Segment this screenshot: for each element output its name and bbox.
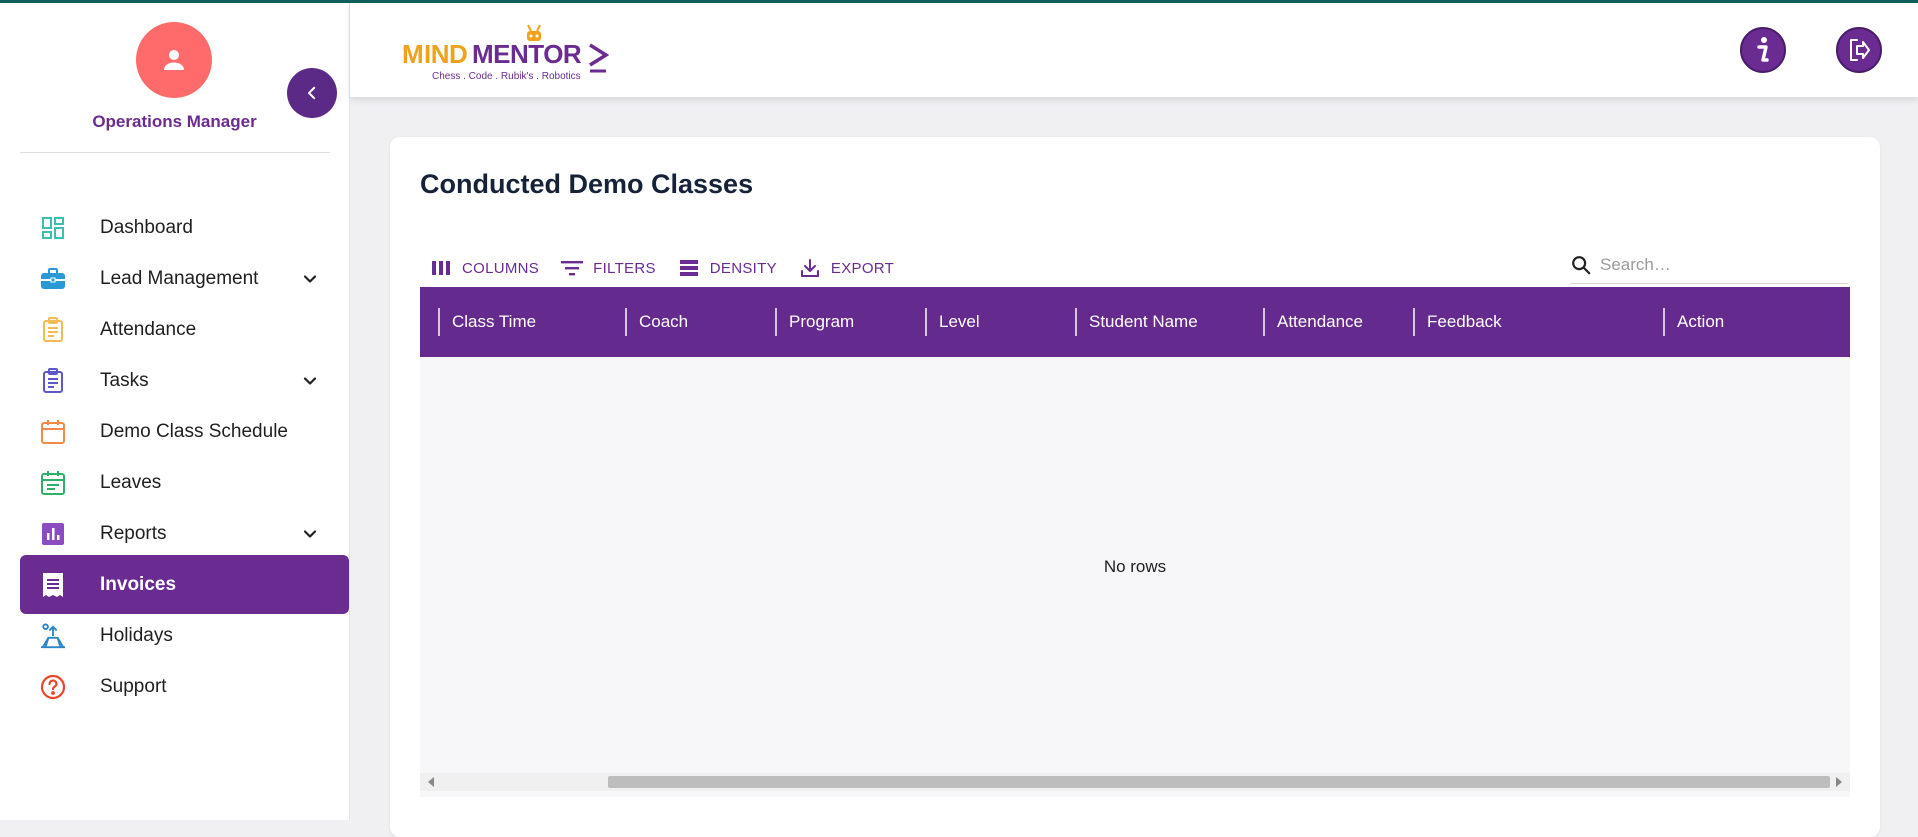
user-role: Operations Manager bbox=[92, 112, 257, 131]
export-label: EXPORT bbox=[830, 259, 895, 277]
receipt-icon bbox=[40, 572, 66, 598]
search-box bbox=[1570, 247, 1848, 284]
brand-logo[interactable]: M IND MENTOR Chess . Code . Rubik's . Ro… bbox=[400, 19, 610, 83]
column-header-label: Program bbox=[789, 312, 855, 331]
column-header-label: Class Time bbox=[452, 312, 537, 331]
search-input[interactable] bbox=[1598, 254, 1832, 276]
sidebar-item-label: Support bbox=[100, 675, 167, 697]
column-separator bbox=[1263, 308, 1265, 336]
column-separator bbox=[925, 308, 927, 336]
density-icon bbox=[678, 257, 700, 279]
scroll-right-arrow-icon[interactable] bbox=[1834, 776, 1844, 788]
column-separator bbox=[1413, 308, 1415, 336]
column-separator bbox=[1663, 308, 1665, 336]
sidebar-item-label: Demo Class Schedule bbox=[100, 420, 288, 442]
column-separator bbox=[438, 308, 440, 336]
grid-toolbar: COLUMNS FILTERS DENSITY EXPORT bbox=[430, 253, 916, 283]
view-column-icon bbox=[430, 257, 452, 279]
sidebar: Operations Manager Dashboard Lead Manage… bbox=[0, 3, 350, 820]
calendar-event-icon bbox=[40, 470, 66, 496]
sidebar-item-label: Tasks bbox=[100, 369, 149, 391]
column-header-action[interactable]: Action bbox=[1663, 287, 1724, 357]
info-icon bbox=[1757, 37, 1769, 62]
column-separator bbox=[1075, 308, 1077, 336]
collapse-sidebar-button[interactable] bbox=[287, 68, 337, 118]
logo-tagline: Chess . Code . Rubik's . Robotics bbox=[432, 71, 581, 82]
download-icon bbox=[799, 257, 821, 279]
logout-icon bbox=[1850, 39, 1870, 61]
column-header-label: Attendance bbox=[1277, 312, 1364, 331]
scroll-left-arrow-icon[interactable] bbox=[426, 776, 436, 788]
horizontal-scrollbar[interactable] bbox=[420, 773, 1850, 791]
filters-label: FILTERS bbox=[593, 259, 656, 277]
top-header: M IND MENTOR Chess . Code . Rubik's . Ro… bbox=[350, 3, 1918, 97]
column-header-feedback[interactable]: Feedback bbox=[1413, 287, 1502, 357]
column-header-label: Action bbox=[1677, 312, 1725, 331]
help-circle-icon bbox=[40, 674, 66, 700]
chevron-down-icon bbox=[303, 377, 317, 385]
export-button[interactable]: EXPORT bbox=[799, 257, 894, 279]
columns-button[interactable]: COLUMNS bbox=[430, 257, 539, 279]
svg-text:IND: IND bbox=[424, 39, 467, 69]
logout-button[interactable] bbox=[1836, 27, 1882, 73]
column-separator bbox=[625, 308, 627, 336]
sidebar-item-label: Attendance bbox=[100, 318, 197, 340]
svg-text:MENTOR: MENTOR bbox=[472, 39, 582, 69]
svg-text:M: M bbox=[402, 39, 423, 69]
chevron-down-icon bbox=[303, 275, 317, 283]
sidebar-item-support[interactable]: Support bbox=[20, 657, 349, 716]
scrollbar-thumb[interactable] bbox=[608, 776, 1830, 788]
column-header-program[interactable]: Program bbox=[775, 287, 854, 357]
chevron-left-icon bbox=[308, 86, 316, 100]
page-title: Conducted Demo Classes bbox=[420, 169, 754, 199]
sidebar-item-label: Leaves bbox=[100, 471, 162, 493]
column-header-label: Coach bbox=[639, 312, 689, 331]
search-icon bbox=[1572, 256, 1591, 275]
column-separator bbox=[775, 308, 777, 336]
briefcase-icon bbox=[40, 266, 66, 292]
clipboard-icon bbox=[40, 317, 66, 343]
avatar[interactable] bbox=[136, 22, 212, 98]
task-list-icon bbox=[40, 368, 66, 394]
column-header-level[interactable]: Level bbox=[925, 287, 980, 357]
column-header-class-time[interactable]: Class Time bbox=[438, 287, 536, 357]
sidebar-item-label: Lead Management bbox=[100, 267, 259, 289]
empty-state-text: No rows bbox=[1103, 557, 1167, 576]
grid-header-row: Class Time Coach Program Level Student N… bbox=[420, 287, 1850, 357]
dashboard-icon bbox=[40, 215, 66, 241]
bar-chart-icon bbox=[40, 521, 66, 547]
column-header-student-name[interactable]: Student Name bbox=[1075, 287, 1198, 357]
column-header-label: Student Name bbox=[1089, 312, 1198, 331]
column-header-attendance[interactable]: Attendance bbox=[1263, 287, 1363, 357]
filters-button[interactable]: FILTERS bbox=[561, 257, 656, 279]
sidebar-item-label: Dashboard bbox=[100, 216, 193, 238]
info-button[interactable] bbox=[1740, 27, 1786, 73]
beach-icon bbox=[40, 623, 66, 649]
data-grid: Class Time Coach Program Level Student N… bbox=[420, 287, 1850, 797]
column-header-label: Level bbox=[939, 312, 980, 331]
main-card: Conducted Demo Classes COLUMNS FILTERS D… bbox=[390, 137, 1880, 837]
sidebar-item-label: Holidays bbox=[100, 624, 173, 646]
columns-label: COLUMNS bbox=[462, 259, 540, 277]
sidebar-divider bbox=[20, 152, 330, 153]
calendar-icon bbox=[40, 419, 66, 445]
column-header-label: Feedback bbox=[1427, 312, 1502, 331]
density-button[interactable]: DENSITY bbox=[678, 257, 777, 279]
user-icon bbox=[164, 50, 184, 70]
chevron-down-icon bbox=[303, 530, 317, 538]
column-header-coach[interactable]: Coach bbox=[625, 287, 688, 357]
sidebar-item-label: Reports bbox=[100, 522, 167, 544]
filter-icon bbox=[561, 257, 584, 279]
sidebar-item-label: Invoices bbox=[100, 573, 177, 595]
density-label: DENSITY bbox=[709, 259, 777, 277]
